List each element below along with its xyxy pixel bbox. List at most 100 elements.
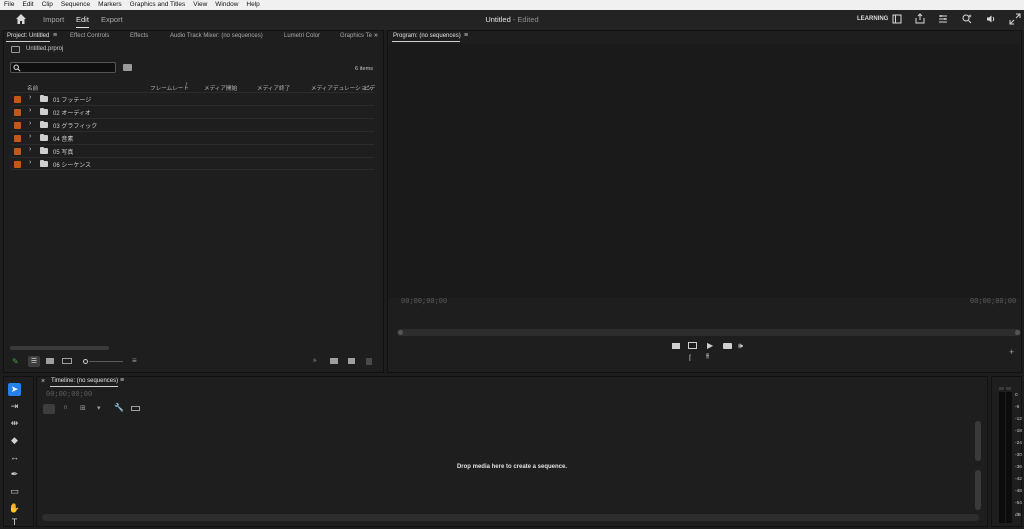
timeline-timecode[interactable]: 00;00;00;00 — [46, 391, 92, 399]
insert-sequence-icon[interactable] — [43, 404, 55, 414]
new-item-icon[interactable] — [348, 358, 355, 364]
timeline-video-vertical-scrollbar[interactable] — [975, 421, 981, 461]
panel-icon[interactable] — [891, 13, 903, 25]
column-name[interactable]: 名前 — [27, 84, 38, 92]
list-item[interactable]: › 01 フッテージ — [11, 92, 374, 105]
more-tabs-icon[interactable]: » — [374, 32, 378, 39]
wrench-icon[interactable]: 🔧 — [114, 403, 124, 412]
chevron-right-icon[interactable]: › — [29, 159, 31, 166]
export-frame-icon[interactable] — [723, 343, 732, 349]
share-icon[interactable] — [914, 13, 926, 25]
tab-effect-controls[interactable]: Effect Controls — [70, 33, 109, 39]
new-bin-icon[interactable] — [330, 358, 338, 364]
playhead-timecode[interactable]: 00;00;00;00 — [401, 298, 447, 306]
scrollbar-right-handle[interactable] — [1015, 330, 1020, 335]
track-select-tool-icon[interactable]: ⇥ — [8, 400, 21, 413]
menu-graphics-and-titles[interactable]: Graphics and Titles — [130, 0, 186, 10]
learning-workspace-button[interactable]: LEARNING — [857, 16, 888, 22]
type-tool-icon[interactable]: T — [8, 516, 21, 529]
search-input[interactable] — [10, 62, 116, 73]
selection-tool-icon[interactable]: ➤ — [8, 383, 21, 396]
tab-timeline[interactable]: Timeline: (no sequences) — [51, 378, 118, 384]
zoom-slider-handle[interactable] — [83, 359, 88, 364]
zoom-slider-track[interactable] — [89, 361, 123, 362]
menu-view[interactable]: View — [193, 0, 207, 10]
project-horizontal-scrollbar[interactable] — [10, 346, 109, 350]
list-item[interactable]: › 06 シーケンス — [11, 157, 374, 170]
column-video[interactable]: ビデ — [364, 84, 375, 92]
pencil-icon[interactable]: ✎ — [12, 357, 19, 366]
rectangle-tool-icon[interactable]: ▭ — [8, 485, 21, 498]
chevron-right-icon[interactable]: › — [29, 120, 31, 127]
column-media-duration[interactable]: メディアデュレーション — [311, 84, 372, 92]
tab-program[interactable]: Program: (no sequences) — [393, 33, 461, 39]
tab-project[interactable]: Project: Untitled — [7, 33, 49, 39]
list-item[interactable]: › 05 写真 — [11, 144, 374, 157]
add-marker-icon[interactable]: ▾ — [97, 404, 101, 412]
menu-markers[interactable]: Markers — [98, 0, 121, 10]
hand-tool-icon[interactable]: ✋ — [8, 502, 21, 515]
sort-icons-icon[interactable]: ≡ — [132, 356, 137, 365]
insert-icon[interactable] — [672, 343, 680, 349]
play-icon[interactable]: ▶ — [707, 341, 713, 350]
lift-icon[interactable]: ⌈ — [689, 354, 692, 362]
label-color-chip[interactable] — [14, 109, 21, 116]
scrollbar-left-handle[interactable] — [398, 330, 403, 335]
label-color-chip[interactable] — [14, 122, 21, 129]
workspaces-menu-icon[interactable] — [937, 13, 949, 25]
pen-tool-icon[interactable]: ✒ — [8, 468, 21, 481]
quick-actions-icon[interactable] — [961, 13, 973, 25]
clip-indicator-left[interactable] — [999, 387, 1004, 390]
label-color-chip[interactable] — [14, 135, 21, 142]
menu-edit[interactable]: Edit — [22, 0, 33, 10]
new-search-bin-icon[interactable] — [123, 64, 132, 71]
list-item[interactable]: › 03 グラフィック — [11, 118, 374, 131]
fullscreen-icon[interactable] — [1009, 13, 1021, 25]
tab-lumetri-color[interactable]: Lumetri Color — [284, 33, 320, 39]
menu-window[interactable]: Window — [215, 0, 238, 10]
clip-indicator-right[interactable] — [1006, 387, 1011, 390]
column-media-end[interactable]: メディア終了 — [257, 84, 290, 92]
add-button-icon[interactable]: + — [1009, 347, 1014, 357]
list-view-icon[interactable]: ☰ — [28, 356, 40, 367]
automate-to-sequence-icon[interactable]: ⊪ — [313, 358, 317, 364]
freeform-view-icon[interactable] — [62, 358, 72, 364]
chevron-right-icon[interactable]: › — [29, 146, 31, 153]
menu-sequence[interactable]: Sequence — [61, 0, 90, 10]
list-item[interactable]: › 02 オーディオ — [11, 105, 374, 118]
linked-selection-icon[interactable]: ⊞ — [80, 404, 86, 412]
panel-menu-icon[interactable]: ≡ — [464, 32, 468, 39]
timeline-horizontal-scrollbar[interactable] — [42, 514, 979, 521]
label-color-chip[interactable] — [14, 96, 21, 103]
menu-file[interactable]: File — [4, 0, 14, 10]
sort-ascending-icon[interactable]: ↑ — [185, 82, 188, 88]
razor-tool-icon[interactable]: ◆ — [8, 434, 21, 447]
chevron-right-icon[interactable]: › — [29, 107, 31, 114]
program-zoom-scrollbar[interactable] — [397, 329, 1021, 336]
panel-menu-icon[interactable]: ≡ — [53, 32, 57, 39]
trim-icon[interactable]: ⫵ — [706, 353, 709, 361]
menu-clip[interactable]: Clip — [42, 0, 53, 10]
snap-icon[interactable]: ∩ — [63, 404, 68, 411]
safe-margins-icon[interactable] — [688, 342, 697, 349]
ripple-edit-tool-icon[interactable]: ⇹ — [8, 417, 21, 430]
audio-icon[interactable]: 🕪 — [738, 341, 743, 351]
chevron-right-icon[interactable]: › — [29, 94, 31, 101]
tab-graphics-templates[interactable]: Graphics Te — [340, 33, 372, 39]
captions-icon[interactable] — [131, 406, 140, 411]
tab-effects[interactable]: Effects — [130, 33, 148, 39]
column-media-start[interactable]: メディア開始 — [204, 84, 237, 92]
timeline-audio-vertical-scrollbar[interactable] — [975, 470, 981, 510]
slip-tool-icon[interactable]: ↔ — [8, 451, 21, 464]
label-color-chip[interactable] — [14, 161, 21, 168]
icon-view-icon[interactable] — [46, 358, 54, 364]
list-item[interactable]: › 04 音素 — [11, 131, 374, 144]
chevron-right-icon[interactable]: › — [29, 133, 31, 140]
tab-audio-track-mixer[interactable]: Audio Track Mixer: (no sequences) — [170, 33, 263, 39]
close-panel-icon[interactable]: × — [41, 378, 45, 385]
menu-help[interactable]: Help — [246, 0, 259, 10]
panel-menu-icon[interactable]: ≡ — [120, 377, 124, 384]
label-color-chip[interactable] — [14, 148, 21, 155]
column-frame-rate[interactable]: フレームレート — [150, 84, 189, 92]
trash-icon[interactable] — [366, 358, 372, 365]
